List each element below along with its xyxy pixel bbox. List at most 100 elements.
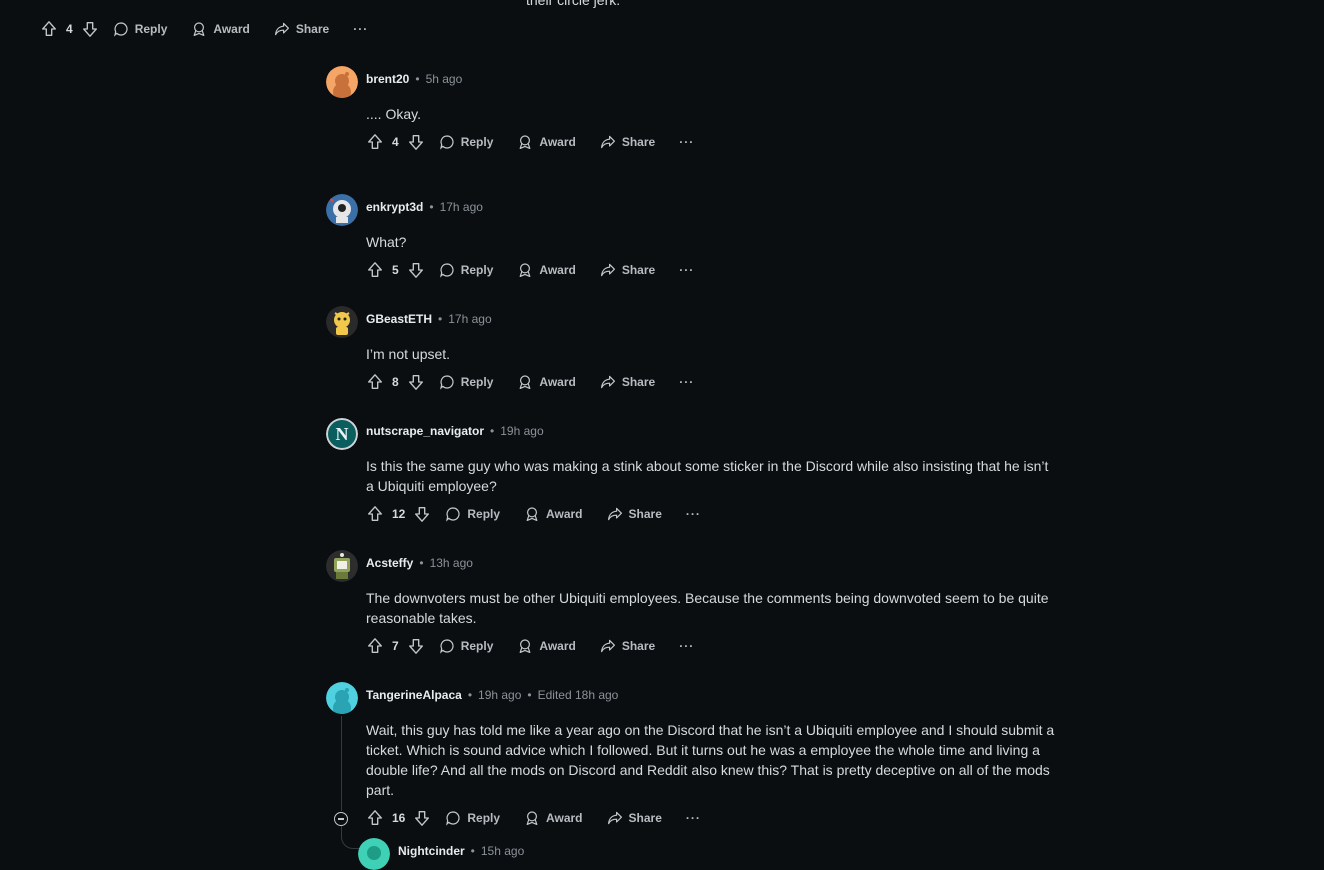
- award-button[interactable]: Award: [524, 506, 583, 522]
- award-label: Award: [546, 811, 583, 825]
- more-options-button[interactable]: ···: [679, 263, 694, 277]
- award-button[interactable]: Award: [191, 21, 250, 37]
- timestamp[interactable]: 19h ago: [500, 424, 543, 438]
- avatar[interactable]: [358, 838, 390, 870]
- award-icon: [517, 262, 533, 278]
- comment-actions: 7 Reply Award Share ···: [366, 637, 694, 655]
- reply-button[interactable]: Reply: [439, 134, 494, 150]
- avatar[interactable]: [326, 306, 358, 338]
- author-link[interactable]: GBeastETH: [366, 312, 432, 326]
- thread-line[interactable]: [341, 716, 342, 811]
- comment-bubble-icon: [439, 638, 455, 654]
- upvote-icon[interactable]: [366, 133, 384, 151]
- award-label: Award: [539, 375, 576, 389]
- award-label: Award: [539, 639, 576, 653]
- author-link[interactable]: Nightcinder: [398, 844, 465, 858]
- vote-count: 4: [66, 22, 73, 36]
- reply-button[interactable]: Reply: [439, 374, 493, 390]
- reply-button[interactable]: Reply: [439, 262, 494, 278]
- comment-meta: TangerineAlpaca • 19h ago • Edited 18h a…: [366, 688, 618, 702]
- share-button[interactable]: Share: [274, 21, 329, 37]
- reply-label: Reply: [460, 263, 494, 277]
- downvote-icon[interactable]: [413, 505, 431, 523]
- vote-count: 5: [392, 263, 399, 277]
- author-link[interactable]: nutscrape_navigator: [366, 424, 484, 438]
- award-button[interactable]: Award: [517, 638, 576, 654]
- award-label: Award: [546, 507, 583, 521]
- reply-button[interactable]: Reply: [113, 21, 168, 37]
- award-button[interactable]: Award: [517, 262, 576, 278]
- comment-actions: 4 Reply Award Share ···: [40, 20, 368, 38]
- upvote-icon[interactable]: [366, 373, 384, 391]
- comment-actions: 5 Reply Award Share ···: [366, 261, 694, 279]
- timestamp[interactable]: 15h ago: [481, 844, 524, 858]
- author-link[interactable]: enkrypt3d: [366, 200, 423, 214]
- upvote-icon[interactable]: [366, 809, 384, 827]
- downvote-icon[interactable]: [407, 637, 425, 655]
- upvote-icon[interactable]: [40, 20, 58, 38]
- separator: •: [429, 200, 434, 214]
- timestamp[interactable]: 5h ago: [426, 72, 463, 86]
- downvote-icon[interactable]: [407, 261, 425, 279]
- share-icon: [600, 374, 616, 390]
- downvote-icon[interactable]: [413, 809, 431, 827]
- award-button[interactable]: Award: [517, 134, 576, 150]
- separator: •: [490, 424, 495, 438]
- reply-label: Reply: [460, 135, 494, 149]
- comment-body: The downvoters must be other Ubiquiti em…: [366, 590, 1049, 626]
- award-icon: [524, 810, 540, 826]
- avatar[interactable]: N: [326, 418, 358, 450]
- comment-body-fragment: their circle jerk.: [526, 0, 621, 8]
- timestamp[interactable]: 17h ago: [440, 200, 483, 214]
- collapse-thread-button[interactable]: [334, 812, 348, 826]
- share-button[interactable]: Share: [600, 638, 655, 654]
- downvote-icon[interactable]: [407, 373, 425, 391]
- upvote-icon[interactable]: [366, 505, 384, 523]
- downvote-icon[interactable]: [407, 133, 425, 151]
- share-label: Share: [628, 811, 662, 825]
- author-link[interactable]: Acsteffy: [366, 556, 413, 570]
- downvote-icon[interactable]: [81, 20, 99, 38]
- more-options-button[interactable]: ···: [686, 811, 701, 825]
- vote-group: 4: [366, 133, 425, 151]
- author-link[interactable]: brent20: [366, 72, 409, 86]
- comment-thread: their circle jerk. 4 Reply Award Share ·…: [0, 0, 1324, 870]
- share-icon: [600, 638, 616, 654]
- more-options-button[interactable]: ···: [679, 135, 694, 149]
- share-button[interactable]: Share: [607, 506, 662, 522]
- avatar[interactable]: [326, 66, 358, 98]
- comment-actions: 16 Reply Award Share ···: [366, 809, 701, 827]
- share-icon: [607, 506, 623, 522]
- more-options-button[interactable]: ···: [686, 507, 701, 521]
- upvote-icon[interactable]: [366, 637, 384, 655]
- timestamp[interactable]: 19h ago: [478, 688, 521, 702]
- award-button[interactable]: Award: [524, 810, 583, 826]
- more-options-button[interactable]: ···: [679, 639, 694, 653]
- author-link[interactable]: TangerineAlpaca: [366, 688, 462, 702]
- comment-meta: Acsteffy • 13h ago: [366, 556, 473, 570]
- more-options-button[interactable]: ···: [353, 22, 368, 36]
- reply-button[interactable]: Reply: [445, 810, 500, 826]
- share-button[interactable]: Share: [600, 134, 655, 150]
- avatar[interactable]: [326, 550, 358, 582]
- share-label: Share: [628, 507, 662, 521]
- reply-button[interactable]: Reply: [439, 638, 493, 654]
- separator: •: [470, 844, 475, 858]
- share-button[interactable]: Share: [600, 374, 655, 390]
- upvote-icon[interactable]: [366, 261, 384, 279]
- share-button[interactable]: Share: [607, 810, 662, 826]
- award-button[interactable]: Award: [517, 374, 576, 390]
- share-icon: [600, 262, 616, 278]
- avatar[interactable]: [326, 682, 358, 714]
- share-button[interactable]: Share: [600, 262, 655, 278]
- reply-branch-line: [341, 826, 360, 849]
- comment-meta: Nightcinder • 15h ago: [398, 844, 524, 858]
- more-options-button[interactable]: ···: [679, 375, 694, 389]
- comment-meta: enkrypt3d • 17h ago: [366, 200, 483, 214]
- timestamp[interactable]: 13h ago: [430, 556, 473, 570]
- reply-button[interactable]: Reply: [445, 506, 500, 522]
- reply-label: Reply: [134, 22, 168, 36]
- share-label: Share: [621, 639, 656, 653]
- timestamp[interactable]: 17h ago: [448, 312, 491, 326]
- avatar[interactable]: [326, 194, 358, 226]
